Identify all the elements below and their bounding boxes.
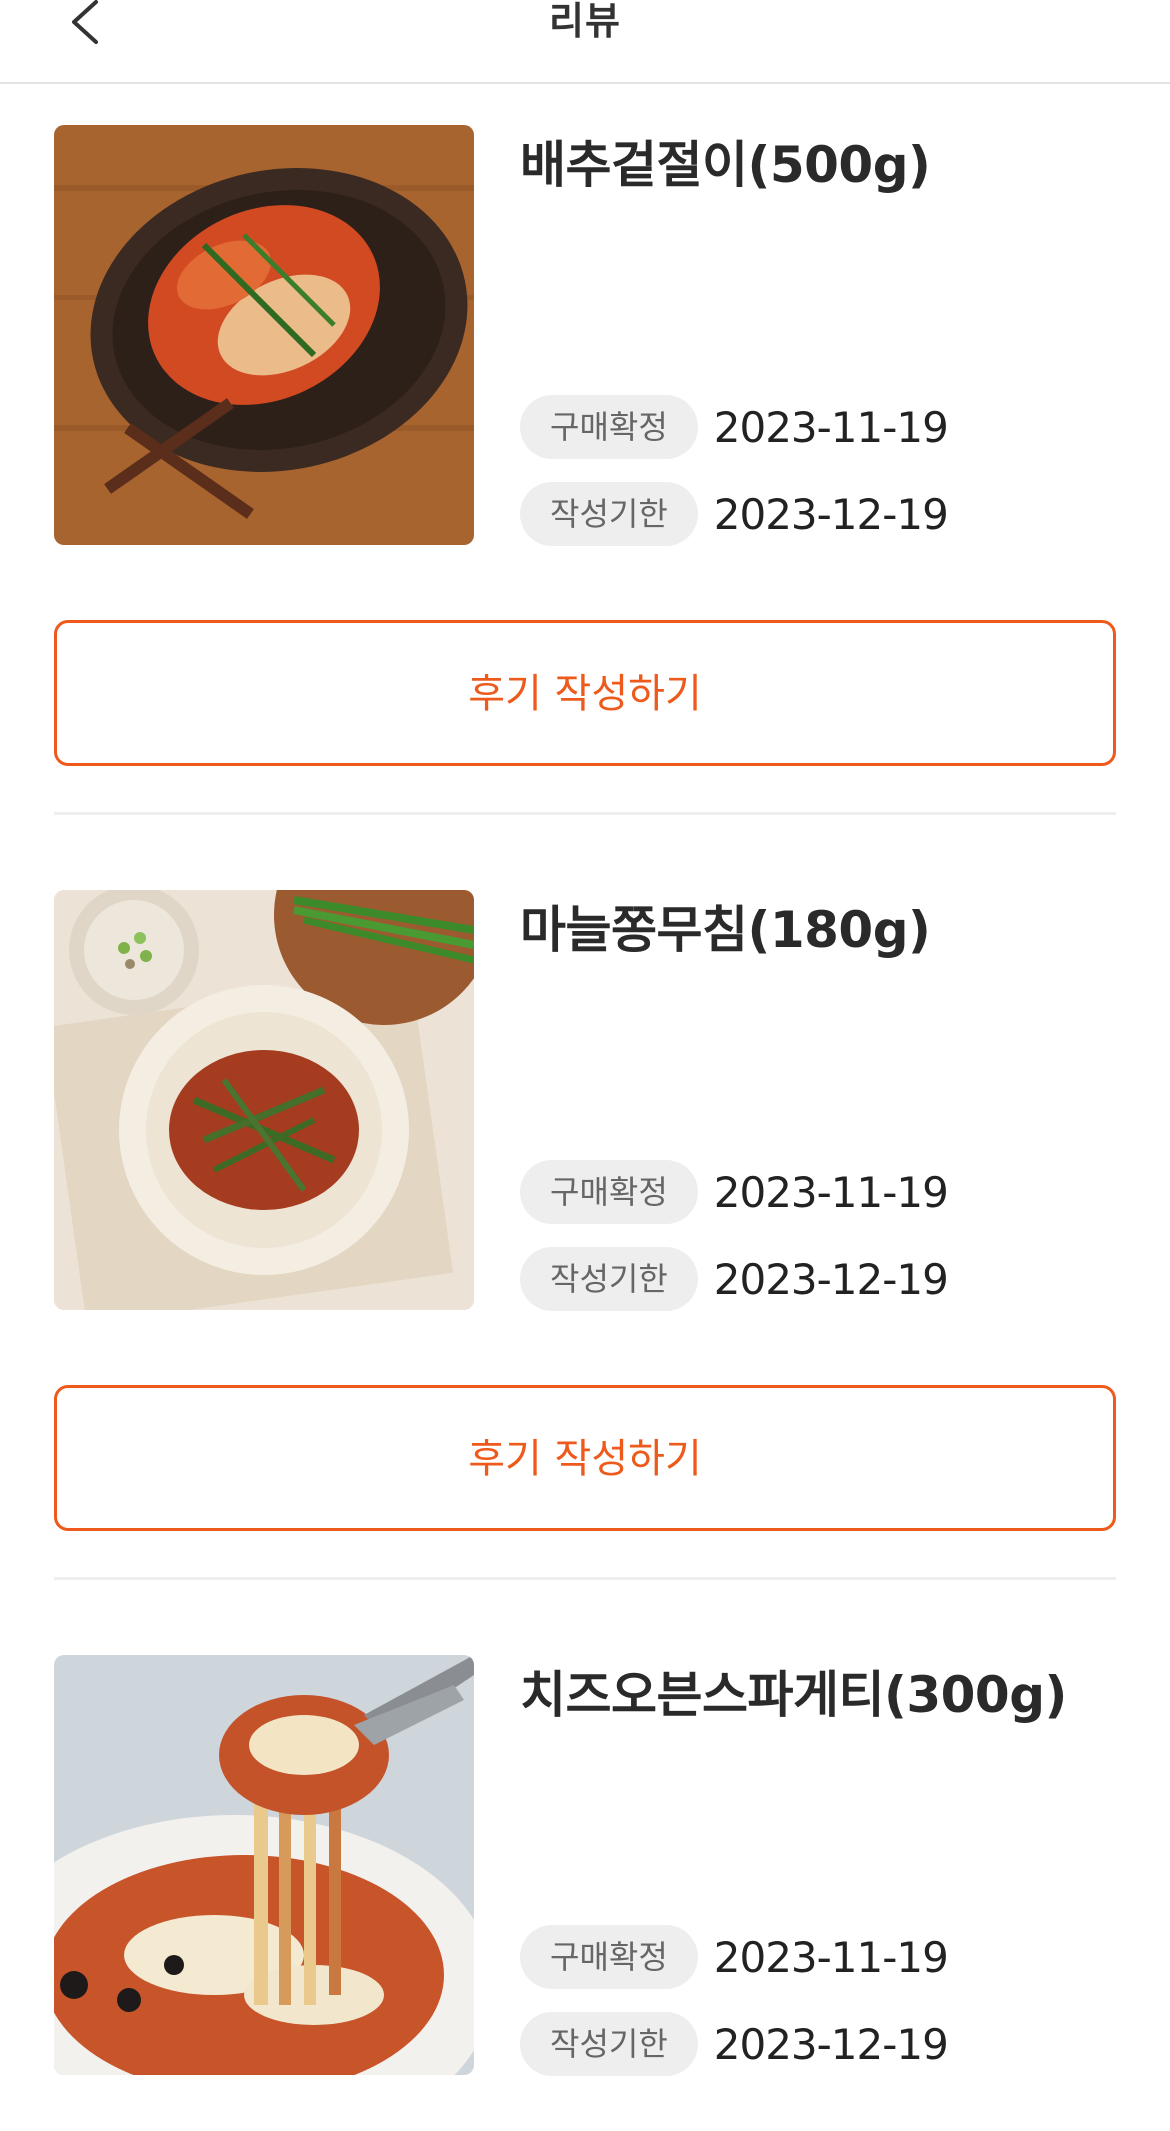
- purchase-row: 구매확정 2023-11-19: [520, 395, 949, 459]
- page-title: 리뷰: [549, 0, 621, 43]
- deadline-row: 작성기한 2023-12-19: [520, 2012, 949, 2076]
- write-review-button[interactable]: 후기 작성하기: [54, 1385, 1116, 1531]
- deadline-row: 작성기한 2023-12-19: [520, 1247, 949, 1311]
- item-divider: [54, 1577, 1116, 1580]
- purchase-status-badge: 구매확정: [520, 395, 698, 459]
- review-item: 치즈오븐스파게티(300g) 구매확정 2023-11-19 작성기한 2023…: [54, 1655, 1116, 2076]
- deadline-date: 2023-12-19: [713, 2019, 949, 2069]
- review-item: 마늘쫑무침(180g) 구매확정 2023-11-19 작성기한 2023-12…: [54, 890, 1116, 1311]
- deadline-badge: 작성기한: [520, 2012, 698, 2076]
- purchase-row: 구매확정 2023-11-19: [520, 1160, 949, 1224]
- product-image-kimchi[interactable]: [54, 125, 474, 545]
- purchase-date: 2023-11-19: [713, 1167, 949, 1217]
- deadline-row: 작성기한 2023-12-19: [520, 482, 949, 546]
- item-divider: [54, 812, 1116, 815]
- purchase-status-badge: 구매확정: [520, 1160, 698, 1224]
- deadline-date: 2023-12-19: [713, 1254, 949, 1304]
- purchase-date: 2023-11-19: [713, 402, 949, 452]
- deadline-badge: 작성기한: [520, 1247, 698, 1311]
- product-image-cheese-spaghetti[interactable]: [54, 1655, 474, 2075]
- review-item: 배추겉절이(500g) 구매확정 2023-11-19 작성기한 2023-12…: [54, 125, 1116, 546]
- write-review-button[interactable]: 후기 작성하기: [54, 620, 1116, 766]
- deadline-badge: 작성기한: [520, 482, 698, 546]
- purchase-date: 2023-11-19: [713, 1932, 949, 1982]
- deadline-date: 2023-12-19: [713, 489, 949, 539]
- product-image-garlic-stem[interactable]: [54, 890, 474, 1310]
- top-bar: 리뷰: [0, 0, 1170, 84]
- purchase-row: 구매확정 2023-11-19: [520, 1925, 949, 1989]
- purchase-status-badge: 구매확정: [520, 1925, 698, 1989]
- product-name: 마늘쫑무침(180g): [520, 901, 931, 959]
- product-name: 치즈오븐스파게티(300g): [520, 1666, 1067, 1724]
- product-name: 배추겉절이(500g): [520, 136, 931, 194]
